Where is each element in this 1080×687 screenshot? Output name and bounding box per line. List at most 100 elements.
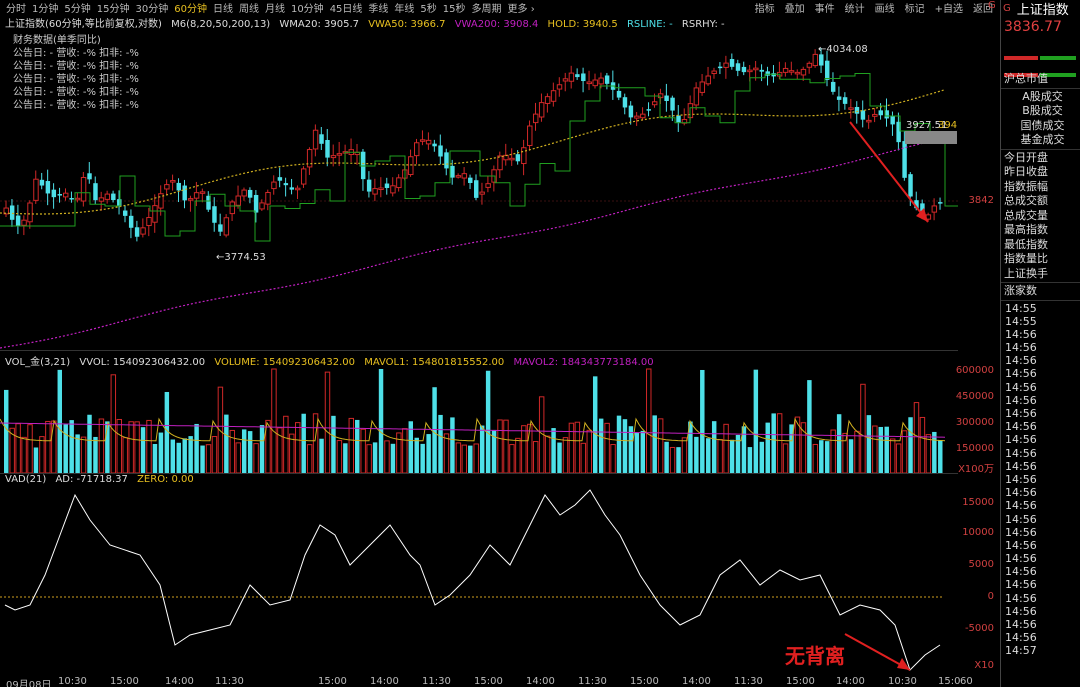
volume-bar: [116, 418, 122, 473]
period-tab-12[interactable]: 年线: [394, 0, 414, 15]
volume-bar: [782, 443, 789, 473]
tool-0[interactable]: 指标: [755, 0, 775, 15]
period-tab-10[interactable]: 45日线: [330, 0, 363, 15]
tool-6[interactable]: +自选: [935, 0, 963, 15]
volume-bar: [188, 436, 193, 473]
sidebar-item-11[interactable]: 最低指数: [1001, 238, 1080, 253]
indicator-info-line: 上证指数(60分钟,等比前复权,对数) M6(8,20,50,200,13) W…: [5, 15, 1005, 30]
volume-bar: [568, 422, 575, 473]
candle-body: [848, 107, 854, 110]
sidebar-item-9[interactable]: 总成交量: [1001, 209, 1080, 224]
period-tab-11[interactable]: 季线: [368, 0, 388, 15]
volume-bar: [301, 413, 306, 473]
volume-bar: [908, 417, 913, 473]
sidebar-item-5[interactable]: 今日开盘: [1001, 151, 1080, 166]
period-tab-5[interactable]: 60分钟: [174, 0, 207, 15]
volume-bar: [657, 418, 664, 473]
period-tab-7[interactable]: 周线: [239, 0, 259, 15]
volume-bar: [45, 420, 51, 473]
volume-bar: [366, 444, 372, 473]
candle-body: [259, 202, 265, 210]
volume-bar: [895, 443, 902, 473]
candle-body: [676, 115, 681, 123]
vad-label: VAD(21): [5, 474, 47, 485]
volume-bar: [640, 430, 646, 473]
sidebar-item-6[interactable]: 昨日收盘: [1001, 165, 1080, 180]
sidebar-title: G 上证指数: [1001, 0, 1080, 18]
sidebar-item-12[interactable]: 指数量比: [1001, 252, 1080, 267]
period-tab-14[interactable]: 15秒: [443, 0, 466, 15]
sidebar-time-entry: 14:56: [1005, 578, 1037, 592]
candlestick-chart[interactable]: ←4034.08←3774.533927.51394: [0, 28, 958, 350]
period-tab-13[interactable]: 5秒: [420, 0, 436, 15]
period-tab-6[interactable]: 日线: [213, 0, 233, 15]
period-tab-16[interactable]: 更多 ›: [508, 0, 535, 15]
sidebar-time-entry: 14:56: [1005, 433, 1037, 447]
candle-body: [325, 140, 330, 158]
volume-bar: [830, 429, 836, 473]
period-tab-1[interactable]: 1分钟: [32, 0, 58, 15]
candle-body: [111, 193, 116, 201]
volume-bar: [723, 423, 729, 473]
candle-body: [711, 70, 717, 74]
sidebar-item-10[interactable]: 最高指数: [1001, 223, 1080, 238]
sidebar-item-4[interactable]: 基金成交: [1001, 133, 1080, 148]
volume-bar: [497, 419, 503, 473]
volume-bar: [854, 430, 860, 473]
volume-bar: [241, 429, 247, 473]
volume-bar: [134, 421, 140, 473]
tool-1[interactable]: 叠加: [785, 0, 805, 15]
time-axis-label: 10:30: [58, 676, 87, 687]
vwa50-line: [0, 89, 946, 215]
volume-bar: [848, 439, 854, 473]
sidebar-time-entry: 14:56: [1005, 512, 1037, 526]
financial-row: 公告日: - 营收: -% 扣非: -%: [13, 87, 139, 98]
sidebar-time-entry: 14:56: [1005, 327, 1037, 341]
vad-axis-label: X10: [974, 660, 994, 671]
sidebar-item-3[interactable]: 国债成交: [1001, 119, 1080, 134]
volume-axis-label: 450000: [955, 391, 994, 402]
sidebar-time-entry: 14:56: [1005, 354, 1037, 368]
volume-bar: [461, 444, 468, 473]
period-tab-0[interactable]: 分时: [6, 0, 26, 15]
volume-bar: [681, 437, 688, 473]
period-tab-4[interactable]: 30分钟: [135, 0, 168, 15]
volume-bar: [93, 436, 98, 473]
volume-bar: [140, 427, 146, 473]
period-tab-15[interactable]: 多周期: [472, 0, 502, 15]
sidebar-item-7[interactable]: 指数振幅: [1001, 180, 1080, 195]
volume-bar: [271, 368, 277, 473]
candle-body: [664, 95, 669, 101]
volume-bar: [776, 413, 783, 473]
sidebar-item-0[interactable]: 沪总市值: [1001, 72, 1080, 87]
period-tab-3[interactable]: 15分钟: [97, 0, 130, 15]
sidebar-item-2[interactable]: B股成交: [1001, 104, 1080, 119]
volume-bar: [889, 438, 896, 473]
candle-body: [592, 79, 598, 87]
volume-chart[interactable]: [0, 363, 958, 473]
candle-body: [247, 189, 253, 198]
tool-5[interactable]: 标记: [905, 0, 925, 15]
tool-4[interactable]: 画线: [875, 0, 895, 15]
candle-body: [485, 183, 491, 188]
candle-body: [432, 143, 437, 147]
period-tab-9[interactable]: 10分钟: [291, 0, 324, 15]
candle-body: [538, 102, 545, 118]
sidebar-item-14[interactable]: 涨家数: [1001, 284, 1080, 299]
period-tab-8[interactable]: 月线: [265, 0, 285, 15]
candle-body: [193, 192, 200, 199]
index-name[interactable]: 上证指数: [1017, 0, 1069, 18]
volume-bar: [616, 415, 622, 473]
sidebar-item-1[interactable]: A股成交: [1001, 90, 1080, 105]
volume-bar: [402, 428, 408, 473]
candle-body: [800, 68, 807, 76]
volume-bar: [729, 439, 735, 473]
candle-body: [134, 227, 140, 237]
period-tab-2[interactable]: 5分钟: [64, 0, 90, 15]
sidebar-item-8[interactable]: 总成交额: [1001, 194, 1080, 209]
sidebar-item-13[interactable]: 上证换手: [1001, 267, 1080, 282]
tool-3[interactable]: 统计: [845, 0, 865, 15]
tool-2[interactable]: 事件: [815, 0, 835, 15]
candle-body: [860, 110, 866, 120]
volume-bar: [468, 445, 473, 473]
